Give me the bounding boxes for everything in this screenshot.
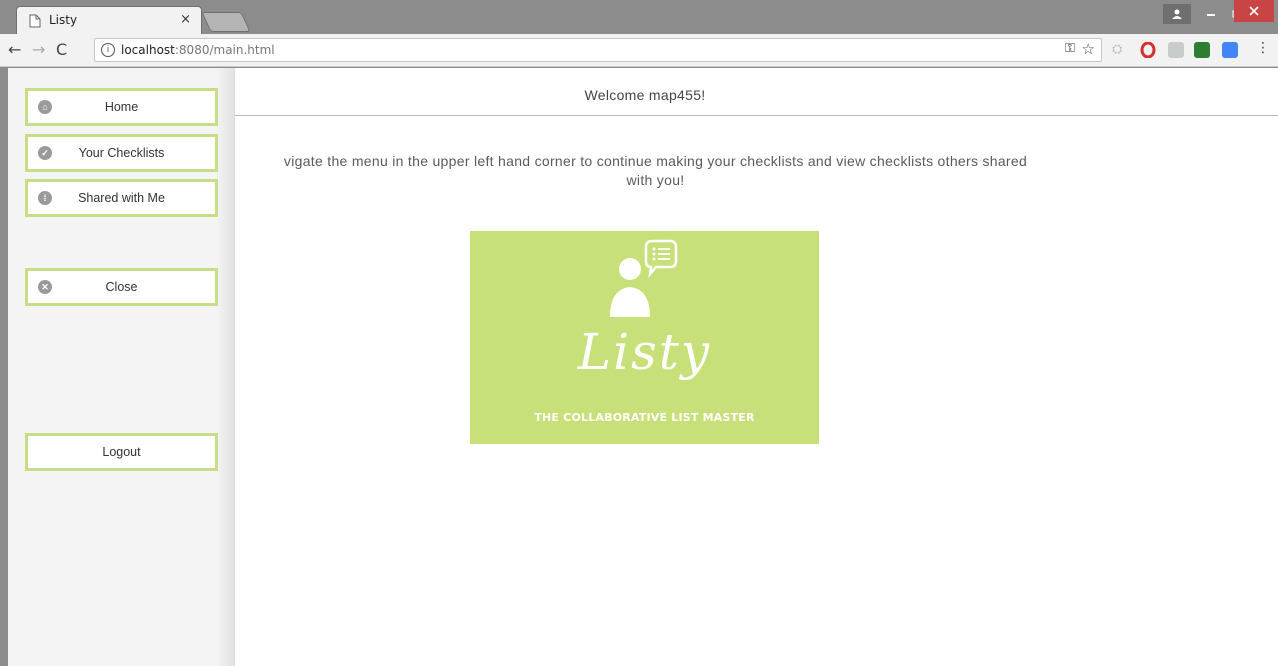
- browser-tab[interactable]: Listy ×: [16, 6, 202, 34]
- instructions-line-1: vigate the menu in the upper left hand c…: [283, 153, 1028, 169]
- logout-label: Logout: [102, 445, 141, 459]
- sidebar-item-home[interactable]: ⌂ Home: [25, 88, 218, 126]
- tab-close-button[interactable]: ×: [180, 12, 191, 27]
- logo-tagline: THE COLLABORATIVE LIST MASTER: [534, 411, 755, 424]
- menu-dots-icon[interactable]: ⋮: [1256, 40, 1270, 56]
- logout-button[interactable]: Logout: [25, 433, 218, 471]
- key-icon[interactable]: ⚿: [1065, 41, 1075, 56]
- extension-shield-icon[interactable]: [1222, 42, 1238, 58]
- browser-toolbar: ← → C i localhost:8080/main.html ⚿ ☆ ⛭ ⋮: [0, 34, 1278, 67]
- user-profile-icon[interactable]: [1163, 4, 1191, 24]
- check-circle-icon: ✓: [38, 146, 52, 160]
- sidebar-item-label: Shared with Me: [78, 191, 165, 205]
- info-icon[interactable]: i: [101, 43, 115, 57]
- forward-arrow-icon[interactable]: →: [32, 40, 45, 59]
- tab-strip: Listy ×: [0, 0, 1278, 34]
- new-tab-button[interactable]: [201, 12, 251, 32]
- extension-puzzle-icon[interactable]: ⛭: [1112, 42, 1128, 58]
- page-icon: [29, 14, 41, 28]
- url-text: localhost:8080/main.html: [121, 43, 275, 57]
- minimize-icon[interactable]: [1198, 0, 1224, 26]
- header-bar: Welcome map455!: [235, 68, 1278, 116]
- window-close-icon[interactable]: [1234, 0, 1274, 22]
- grid-circle-icon: ⁞: [38, 191, 52, 205]
- sidebar-item-label: Close: [105, 280, 138, 294]
- sidebar-item-your-checklists[interactable]: ✓ Your Checklists: [25, 134, 218, 172]
- sidebar-item-label: Your Checklists: [78, 146, 165, 160]
- browser-window: Listy × ← → C i localhost:8080/main.html…: [0, 0, 1278, 666]
- sidebar-item-shared-with-me[interactable]: ⁞ Shared with Me: [25, 179, 218, 217]
- close-circle-icon: ✕: [38, 280, 52, 294]
- listy-logo: Listy THE COLLABORATIVE LIST MASTER: [470, 231, 819, 444]
- home-icon: ⌂: [38, 100, 52, 114]
- instructions-text: vigate the menu in the upper left hand c…: [233, 152, 1078, 190]
- sidebar-item-label: Home: [104, 100, 139, 114]
- extension-new-icon[interactable]: [1194, 42, 1210, 58]
- back-arrow-icon[interactable]: ←: [8, 40, 21, 59]
- address-bar[interactable]: i localhost:8080/main.html ⚿ ☆: [94, 38, 1102, 62]
- page-content: ⌂ Home ✓ Your Checklists ⁞ Shared with M…: [8, 68, 1278, 666]
- welcome-message: Welcome map455!: [584, 87, 706, 103]
- reload-icon[interactable]: C: [56, 40, 67, 59]
- bookmark-star-icon[interactable]: ☆: [1082, 40, 1095, 58]
- instructions-line-2: with you!: [626, 172, 685, 188]
- sidebar-item-close[interactable]: ✕ Close: [25, 268, 218, 306]
- tab-title: Listy: [49, 13, 78, 27]
- logo-wordmark: Listy: [577, 323, 712, 381]
- extension-s-icon[interactable]: [1168, 42, 1184, 58]
- opera-icon[interactable]: [1140, 41, 1156, 59]
- user-chat-icon: [610, 239, 678, 317]
- sidebar-menu: ⌂ Home ✓ Your Checklists ⁞ Shared with M…: [8, 68, 235, 666]
